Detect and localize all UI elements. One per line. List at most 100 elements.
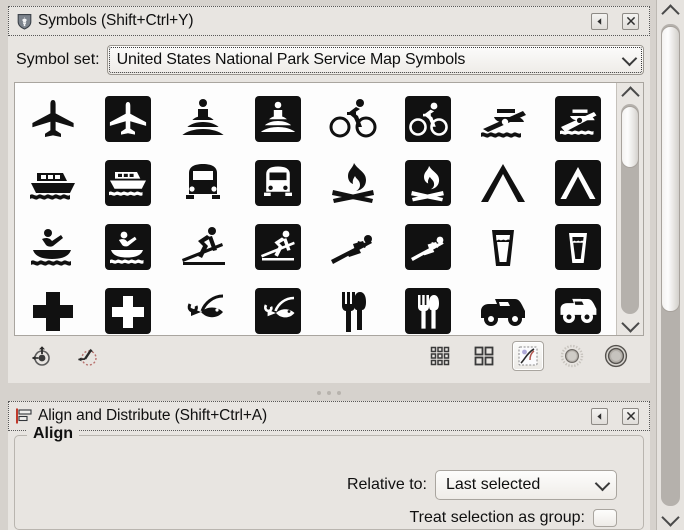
treat-as-group-checkbox[interactable] xyxy=(593,509,617,527)
dark-background-button[interactable] xyxy=(600,341,632,371)
symbols-scroll-down-arrow[interactable] xyxy=(617,315,643,335)
close-icon xyxy=(626,411,636,421)
symbols-grid-panel[interactable] xyxy=(14,82,644,336)
symbols-grid-viewport xyxy=(15,83,615,335)
align-section-title: Align xyxy=(27,425,79,443)
symbol-bicycle-boxed[interactable] xyxy=(390,87,465,151)
symbol-first-aid-plain[interactable] xyxy=(15,279,90,335)
symbol-fishing-boxed[interactable] xyxy=(240,279,315,335)
symbol-bus-plain[interactable] xyxy=(165,151,240,215)
relative-to-dropdown[interactable]: Last selected xyxy=(435,470,617,500)
light-background-button[interactable] xyxy=(556,341,588,371)
align-left-edges-icon xyxy=(15,407,33,425)
symbols-grid xyxy=(15,83,615,335)
symbol-drinking-water-boxed[interactable] xyxy=(540,215,615,279)
symbol-downhill-ski-boxed[interactable] xyxy=(390,215,465,279)
relative-to-row: Relative to: Last selected xyxy=(27,470,631,500)
chevron-up-icon xyxy=(621,86,639,104)
dock-content-column: Symbols (Shift+Ctrl+Y) xyxy=(0,0,656,530)
dock-scroll-up-arrow[interactable] xyxy=(657,0,684,22)
large-grid-view-button[interactable] xyxy=(468,341,500,371)
splitter-dot xyxy=(337,391,341,395)
align-panel-close-button[interactable] xyxy=(622,408,639,425)
dark-background-icon xyxy=(604,344,628,368)
symbol-airplane-plain[interactable] xyxy=(15,87,90,151)
symbol-drinking-water-plain[interactable] xyxy=(465,215,540,279)
relative-to-value: Last selected xyxy=(446,476,540,494)
small-grid-view-icon xyxy=(429,345,451,367)
align-panel-titlebar[interactable]: Align and Distribute (Shift+Ctrl+A) xyxy=(8,401,650,431)
symbols-toolbar-left xyxy=(18,341,104,371)
symbol-campfire-boxed[interactable] xyxy=(390,151,465,215)
close-icon xyxy=(626,16,636,26)
chevron-down-icon xyxy=(591,478,608,493)
splitter-dot xyxy=(327,391,331,395)
symbol-bus-boxed[interactable] xyxy=(240,151,315,215)
symbols-toolbar xyxy=(14,336,644,376)
light-background-icon xyxy=(560,344,584,368)
symbols-toolbar-right xyxy=(424,341,640,371)
shield-fleur-icon xyxy=(15,12,33,30)
symbol-campfire-plain[interactable] xyxy=(315,151,390,215)
symbol-set-dropdown[interactable]: United States National Park Service Map … xyxy=(107,45,644,75)
symbols-scroll-thumb[interactable] xyxy=(621,106,639,168)
symbol-boat-launch-plain[interactable] xyxy=(465,87,540,151)
add-symbol-icon xyxy=(30,344,54,368)
align-panel-body: Align Relative to: Last selected Treat s… xyxy=(8,431,650,530)
symbol-downhill-ski-plain[interactable] xyxy=(315,215,390,279)
dock-splitter[interactable] xyxy=(8,387,650,399)
symbols-panel-title-buttons xyxy=(591,13,645,30)
symbols-scroll-up-arrow[interactable] xyxy=(617,83,643,103)
remove-symbol-icon xyxy=(76,344,100,368)
symbol-canoe-boxed[interactable] xyxy=(90,215,165,279)
symbol-airplane-boxed[interactable] xyxy=(90,87,165,151)
chevron-down-icon xyxy=(621,314,639,332)
align-panel-title-buttons xyxy=(591,408,645,425)
symbol-fishing-plain[interactable] xyxy=(165,279,240,335)
dock-scroll-thumb[interactable] xyxy=(661,26,680,312)
dock-scrollbar[interactable] xyxy=(656,0,684,530)
symbol-food-service-plain[interactable] xyxy=(315,279,390,335)
treat-as-group-label: Treat selection as group: xyxy=(410,509,586,527)
symbols-panel: Symbols (Shift+Ctrl+Y) xyxy=(8,6,650,383)
small-grid-view-button[interactable] xyxy=(424,341,456,371)
symbol-amphitheater-boxed[interactable] xyxy=(240,87,315,151)
symbols-panel-titlebar[interactable]: Symbols (Shift+Ctrl+Y) xyxy=(8,6,650,36)
symbol-boat-tour-plain[interactable] xyxy=(15,151,90,215)
symbol-preview-button[interactable] xyxy=(512,341,544,371)
symbols-panel-collapse-button[interactable] xyxy=(591,13,608,30)
symbol-campground-boxed[interactable] xyxy=(540,151,615,215)
symbol-first-aid-boxed[interactable] xyxy=(90,279,165,335)
symbols-grid-scrollbar[interactable] xyxy=(616,83,643,335)
align-panel-title: Align and Distribute (Shift+Ctrl+A) xyxy=(38,407,267,425)
left-triangle-icon xyxy=(595,17,604,26)
symbol-set-label: Symbol set: xyxy=(16,51,100,69)
remove-symbol-button[interactable] xyxy=(72,341,104,371)
symbol-four-wheel-drive-boxed[interactable] xyxy=(540,279,615,335)
symbol-cross-country-ski-boxed[interactable] xyxy=(240,215,315,279)
relative-to-label: Relative to: xyxy=(347,476,427,494)
symbol-bicycle-plain[interactable] xyxy=(315,87,390,151)
symbol-canoe-plain[interactable] xyxy=(15,215,90,279)
symbol-preview-icon xyxy=(517,345,539,367)
symbol-food-service-boxed[interactable] xyxy=(390,279,465,335)
splitter-dot xyxy=(317,391,321,395)
symbol-amphitheater-plain[interactable] xyxy=(165,87,240,151)
symbol-set-row: Symbol set: United States National Park … xyxy=(16,44,644,76)
symbol-boat-tour-boxed[interactable] xyxy=(90,151,165,215)
left-triangle-icon xyxy=(595,412,604,421)
symbols-panel-close-button[interactable] xyxy=(622,13,639,30)
symbol-cross-country-ski-plain[interactable] xyxy=(165,215,240,279)
align-section: Align Relative to: Last selected Treat s… xyxy=(14,435,644,530)
symbols-panel-body: Symbol set: United States National Park … xyxy=(8,36,650,383)
symbol-four-wheel-drive-plain[interactable] xyxy=(465,279,540,335)
symbol-boat-launch-boxed[interactable] xyxy=(540,87,615,151)
add-symbol-button[interactable] xyxy=(26,341,58,371)
symbol-campground-plain[interactable] xyxy=(465,151,540,215)
chevron-up-icon xyxy=(661,4,679,22)
chevron-down-icon xyxy=(616,53,635,68)
align-panel-collapse-button[interactable] xyxy=(591,408,608,425)
chevron-down-icon xyxy=(661,508,679,526)
dock-scroll-down-arrow[interactable] xyxy=(657,508,684,530)
symbols-panel-title: Symbols (Shift+Ctrl+Y) xyxy=(38,12,193,30)
